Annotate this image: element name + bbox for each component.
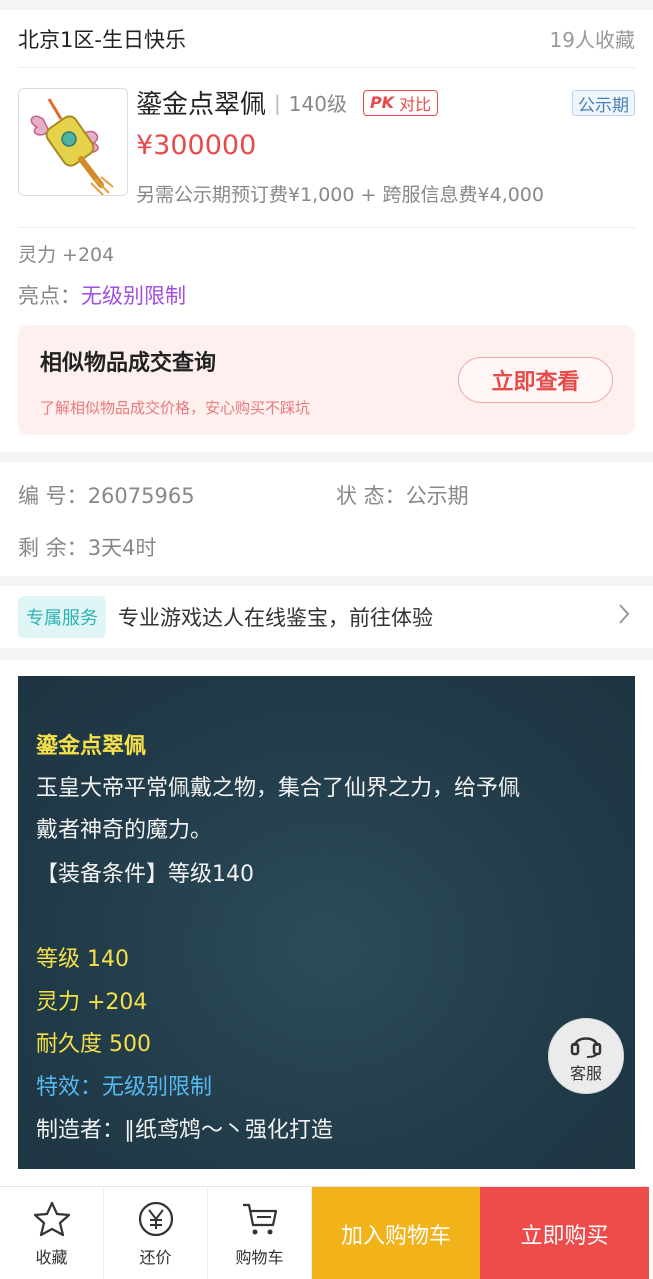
yen-circle-icon	[138, 1201, 173, 1236]
item-description-panel: 鎏金点翠佩 玉皇大帝平常佩戴之物，集合了仙界之力，给予佩 戴者神奇的魔力。 【装…	[18, 676, 635, 1169]
highlight-label: 亮点：	[18, 284, 81, 308]
item-price: ¥300000	[136, 130, 257, 161]
buy-now-button[interactable]: 立即购买	[480, 1187, 649, 1279]
remaining-value: 3天4时	[87, 536, 157, 560]
desc-text-line-2: 戴者神奇的魔力。	[36, 818, 213, 843]
fee-note: 另需公示期预订费¥1,000 + 跨服信息费¥4,000	[136, 184, 544, 206]
customer-service-label: 客服	[569, 1064, 602, 1083]
title-separator: |	[274, 90, 281, 115]
compare-label: 对比	[399, 94, 432, 114]
bottom-action-bar: 收藏 还价 购物车 加入购物车 立即购买	[0, 1186, 653, 1279]
view-now-button[interactable]: 立即查看	[458, 357, 613, 403]
server-row: 北京1区-生日快乐 19人收藏	[18, 10, 635, 68]
status-badge: 公示期	[572, 90, 635, 116]
item-thumbnail[interactable]	[18, 88, 128, 196]
desc-condition: 【装备条件】等级140	[36, 862, 254, 887]
item-state-value: 公示期	[405, 484, 469, 508]
desc-level: 等级 140	[36, 947, 129, 972]
highlight-value: 无级别限制	[81, 284, 186, 308]
similar-deals-card: 相似物品成交查询 了解相似物品成交价格，安心购买不踩坑 立即查看	[18, 325, 635, 435]
top-divider	[0, 0, 653, 10]
section-divider	[0, 452, 653, 462]
desc-text-line-1: 玉皇大帝平常佩戴之物，集合了仙界之力，给予佩	[36, 776, 521, 801]
bargain-label: 还价	[139, 1247, 172, 1267]
section-divider	[0, 576, 653, 586]
customer-service-button[interactable]: 客服	[548, 1018, 624, 1094]
remaining-time-row: 剩 余：3天4时	[18, 532, 156, 562]
bargain-tab[interactable]: 还价	[104, 1187, 208, 1279]
service-text: 专业游戏达人在线鉴宝，前往体验	[118, 606, 433, 630]
similar-deals-subtitle: 了解相似物品成交价格，安心购买不踩坑	[40, 399, 311, 417]
item-title-line: 鎏金点翠佩 | 140级 PK 对比	[136, 84, 439, 121]
remaining-label: 剩 余：	[18, 536, 88, 560]
item-id-value: 26075965	[87, 484, 195, 508]
compare-button[interactable]: PK 对比	[362, 89, 439, 116]
chevron-right-icon	[619, 604, 630, 624]
desc-effect: 特效：无级别限制	[36, 1075, 213, 1100]
cart-icon	[242, 1203, 277, 1234]
desc-durability: 耐久度 500	[36, 1032, 151, 1057]
desc-maker: 制造者：∥纸鸢鸩～丶强化打造	[36, 1118, 334, 1143]
item-name: 鎏金点翠佩	[136, 90, 267, 120]
server-name: 北京1区-生日快乐	[18, 27, 186, 52]
pk-icon: PK	[369, 93, 395, 112]
service-tag: 专属服务	[18, 596, 106, 638]
attribute-spirit: 灵力 +204	[18, 244, 115, 266]
add-to-cart-button[interactable]: 加入购物车	[312, 1187, 480, 1279]
star-icon	[33, 1201, 70, 1236]
item-state-row: 状 态：公示期	[336, 480, 469, 510]
cart-label: 购物车	[235, 1247, 284, 1267]
item-level: 140级	[288, 92, 347, 116]
headset-icon	[570, 1037, 602, 1058]
item-summary[interactable]: 鎏金点翠佩 | 140级 PK 对比 公示期 ¥300000 另需公示期预订费¥…	[18, 70, 635, 228]
section-divider	[0, 648, 653, 660]
pendant-icon	[30, 98, 114, 195]
item-id-row: 编 号：26075965	[18, 480, 195, 510]
similar-deals-title: 相似物品成交查询	[40, 351, 217, 376]
item-state-label: 状 态：	[336, 484, 406, 508]
favorite-label: 收藏	[35, 1247, 68, 1267]
desc-item-name: 鎏金点翠佩	[36, 734, 147, 759]
desc-spirit: 灵力 +204	[36, 990, 148, 1015]
highlight-line: 亮点：无级别限制	[18, 280, 186, 310]
favorite-tab[interactable]: 收藏	[0, 1187, 104, 1279]
item-id-label: 编 号：	[18, 484, 88, 508]
exclusive-service-row[interactable]: 专属服务 专业游戏达人在线鉴宝，前往体验	[18, 590, 635, 644]
favorite-count: 19人收藏	[549, 28, 635, 52]
cart-tab[interactable]: 购物车	[208, 1187, 312, 1279]
